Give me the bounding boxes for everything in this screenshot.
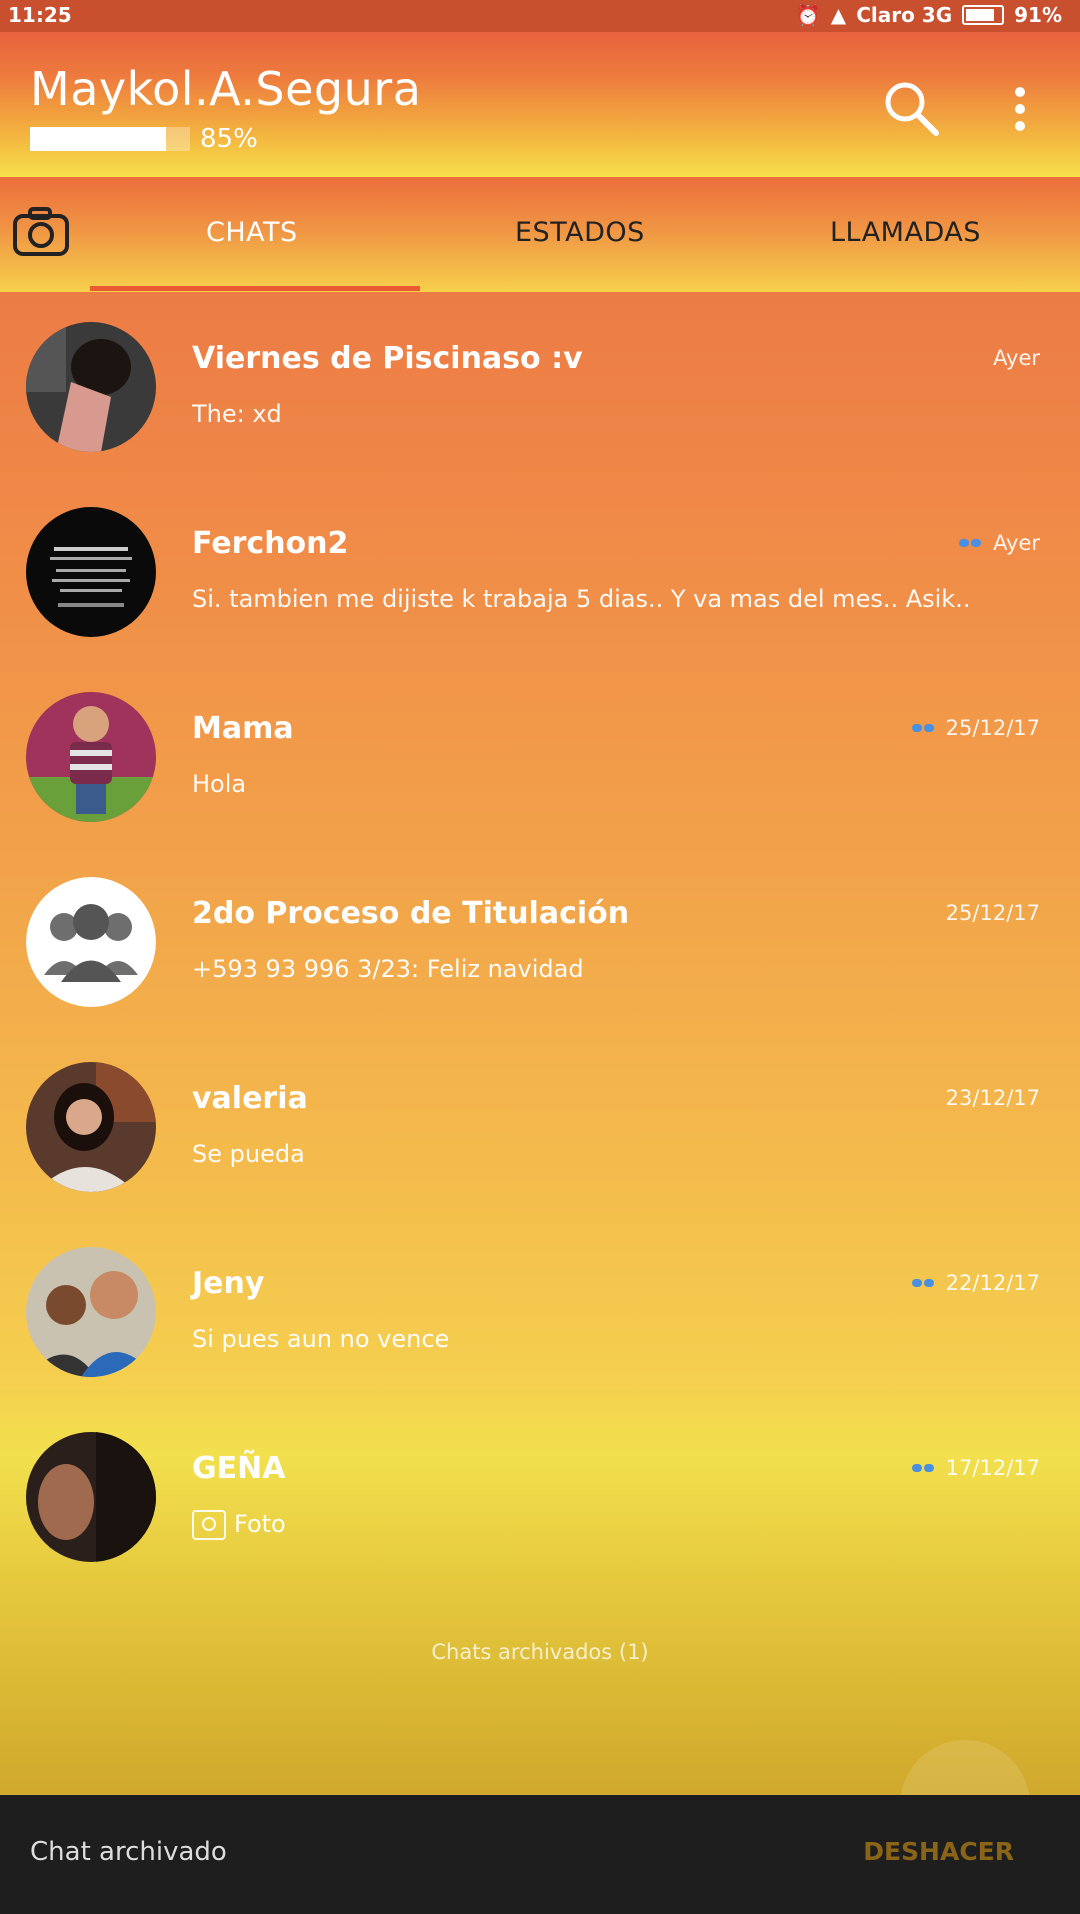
battery-percent: 91% [1014, 3, 1062, 27]
tab-llamadas[interactable]: LLAMADAS [830, 217, 981, 248]
progress-text: 85% [200, 124, 258, 154]
chat-last-message: Foto [192, 1510, 1032, 1540]
tab-bar: CHATS ESTADOS LLAMADAS [0, 177, 1080, 292]
snackbar: Chat archivado DESHACER [0, 1795, 1080, 1914]
chat-name: Mama [192, 711, 294, 746]
active-tab-indicator [90, 286, 420, 291]
chat-time-wrap: 23/12/17 [946, 1086, 1040, 1110]
chat-time: Ayer [993, 531, 1040, 555]
carrier-label: Claro 3G [856, 3, 953, 27]
read-ticks-icon [959, 537, 983, 549]
chat-last-message: Si. tambien me dijiste k trabaja 5 dias.… [192, 585, 971, 613]
chat-name: Jeny [192, 1266, 265, 1301]
chat-row[interactable]: Ferchon2 Si. tambien me dijiste k trabaj… [0, 481, 1080, 666]
chat-time-wrap: 22/12/17 [911, 1271, 1040, 1295]
chat-time: 22/12/17 [945, 1271, 1040, 1295]
chat-row[interactable]: Viernes de Piscinaso :v The: xd Ayer [0, 296, 1080, 481]
search-icon[interactable] [880, 77, 944, 141]
read-ticks-icon [911, 1462, 936, 1474]
chat-row[interactable]: valeria Se pueda 23/12/17 [0, 1036, 1080, 1221]
avatar[interactable] [26, 507, 156, 637]
chat-row[interactable]: 2do Proceso de Titulación +593 93 996 3/… [0, 851, 1080, 1036]
status-right: ⏰ ▲ Claro 3G 91% [796, 3, 1062, 27]
avatar[interactable] [26, 1062, 156, 1192]
chat-name: valeria [192, 1081, 308, 1116]
alarm-icon: ⏰ [795, 3, 821, 27]
read-ticks-icon [911, 722, 936, 734]
avatar[interactable] [26, 1247, 156, 1377]
camera-photo-icon [192, 1510, 226, 1540]
chat-time: 17/12/17 [945, 1456, 1040, 1480]
chat-last-message: Si pues aun no vence [192, 1325, 450, 1353]
chat-list: Viernes de Piscinaso :v The: xd Ayer Fer… [0, 296, 1080, 1591]
chat-time-wrap: Ayer [959, 531, 1040, 555]
status-bar: 11:25 ⏰ ▲ Claro 3G 91% [0, 0, 1080, 32]
chat-last-message: Hola [192, 770, 247, 798]
chat-time: 23/12/17 [945, 1086, 1040, 1110]
chat-time-wrap: 25/12/17 [946, 901, 1040, 925]
progress-bar [30, 127, 190, 151]
battery-icon [962, 5, 1005, 25]
chat-time-wrap: 25/12/17 [911, 716, 1040, 740]
undo-button[interactable]: DESHACER [863, 1837, 1014, 1866]
chat-last-message: Se pueda [192, 1140, 305, 1168]
signal-icon: ▲ [830, 3, 847, 27]
camera-icon[interactable] [12, 204, 70, 260]
progress-fill [30, 127, 166, 151]
group-avatar[interactable] [26, 877, 156, 1007]
chat-row[interactable]: GEÑA Foto 17/12/17 [0, 1406, 1080, 1591]
chat-time: Ayer [993, 346, 1040, 370]
snackbar-text: Chat archivado [30, 1837, 227, 1867]
chat-last-message-text: Foto [234, 1510, 286, 1538]
chat-time: 25/12/17 [945, 901, 1040, 925]
chat-time: 25/12/17 [945, 716, 1040, 740]
chat-name: Ferchon2 [192, 526, 349, 561]
chat-name: Viernes de Piscinaso :v [192, 341, 583, 376]
archived-chats-link[interactable]: Chats archivados (1) [0, 1640, 1080, 1664]
chat-time-wrap: Ayer [993, 346, 1040, 370]
avatar[interactable] [26, 322, 156, 452]
chat-row[interactable]: Jeny Si pues aun no vence 22/12/17 [0, 1221, 1080, 1406]
tab-estados[interactable]: ESTADOS [515, 217, 645, 248]
chat-name: GEÑA [192, 1451, 286, 1486]
status-time: 11:25 [8, 3, 72, 27]
chat-last-message: The: xd [192, 400, 282, 428]
whatsapp-chat-screen: 11:25 ⏰ ▲ Claro 3G 91% Maykol.A.Segura 8… [0, 0, 1080, 1914]
chat-name: 2do Proceso de Titulación [192, 896, 630, 931]
app-title: Maykol.A.Segura [30, 62, 422, 116]
chat-time-wrap: 17/12/17 [911, 1456, 1040, 1480]
progress-indicator: 85% [30, 124, 258, 154]
avatar[interactable] [26, 692, 156, 822]
chat-row[interactable]: Mama Hola 25/12/17 [0, 666, 1080, 851]
tab-chats[interactable]: CHATS [206, 217, 298, 248]
chat-last-message: +593 93 996 3/23: Feliz navidad [192, 955, 584, 983]
more-vert-icon[interactable] [1000, 82, 1040, 142]
app-bar: Maykol.A.Segura 85% [0, 32, 1080, 177]
read-ticks-icon [911, 1277, 936, 1289]
avatar[interactable] [26, 1432, 156, 1562]
